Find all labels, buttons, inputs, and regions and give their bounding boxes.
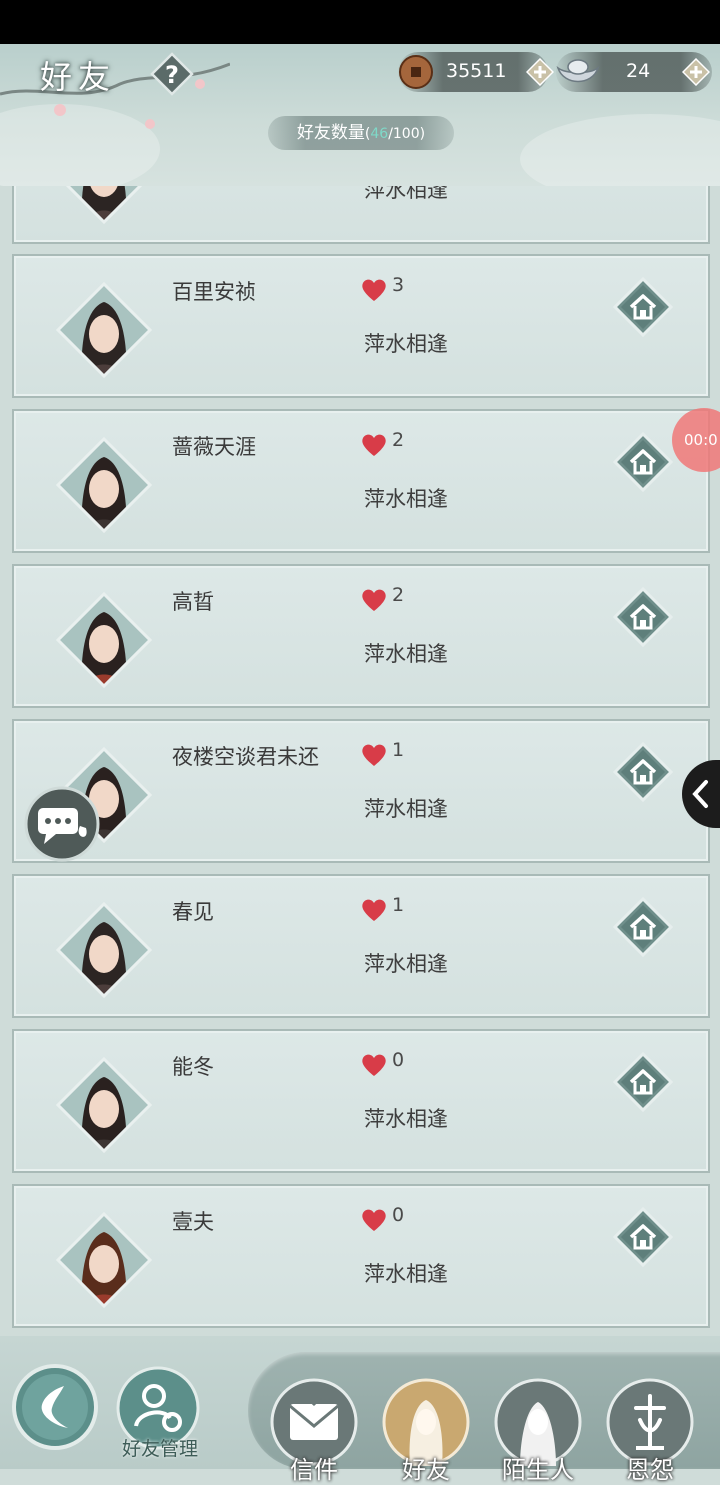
tab-friends-label: 好友 bbox=[402, 1456, 450, 1484]
header: 好友 ? 35511 24 好友数量(46/100) bbox=[0, 44, 720, 186]
friend-manage-label: 好友管理 bbox=[121, 1438, 198, 1460]
friend-avatar[interactable] bbox=[56, 282, 152, 378]
friend-relation-status: 萍水相逢 bbox=[364, 186, 448, 202]
friend-list[interactable]: 萍水相逢 百里安祯 3 萍水相逢 蔷薇天涯 2 萍水相逢 高晢 2 萍水相逢 夜… bbox=[0, 186, 720, 1336]
heart-icon bbox=[361, 743, 387, 767]
friend-relation-status: 萍水相逢 bbox=[364, 1262, 448, 1286]
friend-row[interactable]: 百里安祯 3 萍水相逢 bbox=[12, 254, 710, 398]
friend-row[interactable]: 能冬 0 萍水相逢 bbox=[12, 1029, 710, 1173]
visit-home-button[interactable] bbox=[612, 1206, 674, 1268]
add-silver-button[interactable] bbox=[682, 58, 710, 86]
friend-avatar[interactable] bbox=[56, 437, 152, 533]
heart-icon bbox=[361, 1053, 387, 1077]
friend-heart-count: 2 bbox=[392, 429, 405, 451]
friend-relation-status: 萍水相逢 bbox=[364, 487, 448, 511]
friend-name: 百里安祯 bbox=[172, 280, 256, 304]
coin-balance: 35511 bbox=[398, 52, 554, 92]
friend-relation-status: 萍水相逢 bbox=[364, 332, 448, 356]
add-coins-button[interactable] bbox=[526, 58, 554, 86]
friend-relation-status: 萍水相逢 bbox=[364, 642, 448, 666]
visit-home-button[interactable] bbox=[612, 896, 674, 958]
chevron-left-icon bbox=[692, 780, 708, 808]
friend-row-partial[interactable]: 萍水相逢 bbox=[12, 186, 710, 244]
tab-letters-label: 信件 bbox=[290, 1456, 338, 1484]
heart-icon bbox=[361, 433, 387, 457]
friend-avatar[interactable] bbox=[56, 902, 152, 998]
friend-relation-status: 萍水相逢 bbox=[364, 797, 448, 821]
friend-count-badge: 好友数量(46/100) bbox=[268, 116, 454, 150]
tab-bar: 信件 好友 陌生人 恩怨 bbox=[248, 1352, 720, 1484]
friend-row[interactable]: 高晢 2 萍水相逢 bbox=[12, 564, 710, 708]
coin-amount: 35511 bbox=[446, 60, 507, 82]
friend-avatar[interactable] bbox=[56, 1212, 152, 1308]
friend-relation-status: 萍水相逢 bbox=[364, 952, 448, 976]
silver-amount: 24 bbox=[626, 60, 651, 82]
friend-row[interactable]: 蔷薇天涯 2 萍水相逢 bbox=[12, 409, 710, 553]
friend-name: 壹夫 bbox=[172, 1210, 214, 1234]
visit-home-button[interactable] bbox=[612, 276, 674, 338]
heart-icon bbox=[361, 898, 387, 922]
svg-text:?: ? bbox=[165, 61, 179, 89]
heart-icon bbox=[361, 1208, 387, 1232]
status-bar bbox=[0, 0, 720, 44]
copper-coin-icon bbox=[399, 55, 433, 89]
friend-count-label: 好友数量 bbox=[296, 123, 365, 143]
friend-name: 能冬 bbox=[172, 1055, 214, 1079]
bottom-bar: 好友管理 信件 好友 陌生人 恩怨 bbox=[0, 1336, 720, 1484]
silver-balance: 24 bbox=[556, 52, 712, 92]
tab-grudges-label: 恩怨 bbox=[626, 1456, 674, 1484]
silver-ingot-icon bbox=[556, 59, 600, 83]
friend-heart-count: 2 bbox=[392, 584, 405, 606]
cloud-decoration bbox=[520, 114, 720, 186]
friend-heart-count: 1 bbox=[392, 894, 405, 916]
friend-name: 蔷薇天涯 bbox=[172, 435, 256, 459]
friend-heart-count: 0 bbox=[392, 1204, 405, 1226]
friend-row[interactable]: 夜楼空谈君未还 1 萍水相逢 bbox=[12, 719, 710, 863]
friend-name: 夜楼空谈君未还 bbox=[172, 745, 319, 769]
visit-home-button[interactable] bbox=[612, 431, 674, 493]
chat-bubble-icon[interactable] bbox=[24, 786, 100, 862]
visit-home-button[interactable] bbox=[612, 586, 674, 648]
friend-row[interactable]: 春见 1 萍水相逢 bbox=[12, 874, 710, 1018]
friend-avatar[interactable] bbox=[56, 186, 152, 224]
friend-name: 高晢 bbox=[172, 590, 214, 614]
friend-heart-count: 0 bbox=[392, 1049, 405, 1071]
heart-icon bbox=[361, 278, 387, 302]
friend-count-max: /100) bbox=[388, 126, 426, 142]
friend-relation-status: 萍水相逢 bbox=[364, 1107, 448, 1131]
visit-home-button[interactable] bbox=[612, 741, 674, 803]
friend-heart-count: 3 bbox=[392, 274, 405, 296]
visit-home-button[interactable] bbox=[612, 1051, 674, 1113]
friend-name: 春见 bbox=[172, 900, 214, 924]
friend-count-current: 46 bbox=[370, 126, 389, 142]
friend-row[interactable]: 壹夫 0 萍水相逢 bbox=[12, 1184, 710, 1328]
back-button[interactable] bbox=[12, 1364, 98, 1450]
question-mark-icon[interactable]: ? bbox=[150, 52, 194, 96]
heart-icon bbox=[361, 588, 387, 612]
friend-avatar[interactable] bbox=[56, 1057, 152, 1153]
page-title: 好友 bbox=[40, 58, 117, 96]
friend-heart-count: 1 bbox=[392, 739, 405, 761]
friend-avatar[interactable] bbox=[56, 592, 152, 688]
tab-strangers-label: 陌生人 bbox=[502, 1456, 574, 1484]
side-drawer-toggle[interactable] bbox=[682, 760, 720, 828]
